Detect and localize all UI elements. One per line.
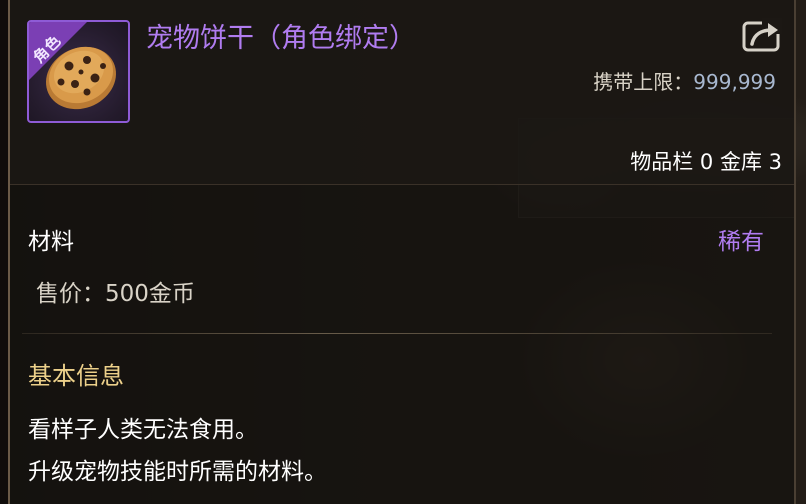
carry-limit-value: 999,999 [693, 70, 776, 94]
item-tooltip: 角色 宠物饼干（角色绑定） 携带上限：999,999 物品栏 0 金库 3 材料… [8, 0, 796, 504]
carry-limit: 携带上限：999,999 [593, 66, 776, 95]
carry-limit-label: 携带上限： [593, 70, 694, 94]
section-divider [22, 333, 772, 334]
item-category: 材料 [28, 229, 74, 255]
item-rarity: 稀有 [718, 229, 764, 255]
basic-info-title: 基本信息 [28, 362, 124, 390]
description-line: 看样子人类无法食用。 [28, 417, 258, 443]
item-name: 宠物饼干（角色绑定） [146, 23, 416, 54]
storage-count: 物品栏 0 金库 3 [630, 150, 782, 174]
item-price: 售价：500金币 [36, 281, 195, 307]
binding-badge-label: 角色 [29, 31, 66, 67]
description-line: 升级宠物技能时所需的材料。 [28, 459, 327, 485]
share-icon[interactable] [742, 18, 782, 52]
binding-badge: 角色 [29, 22, 97, 90]
pet-cookie-icon: 角色 [27, 20, 130, 123]
